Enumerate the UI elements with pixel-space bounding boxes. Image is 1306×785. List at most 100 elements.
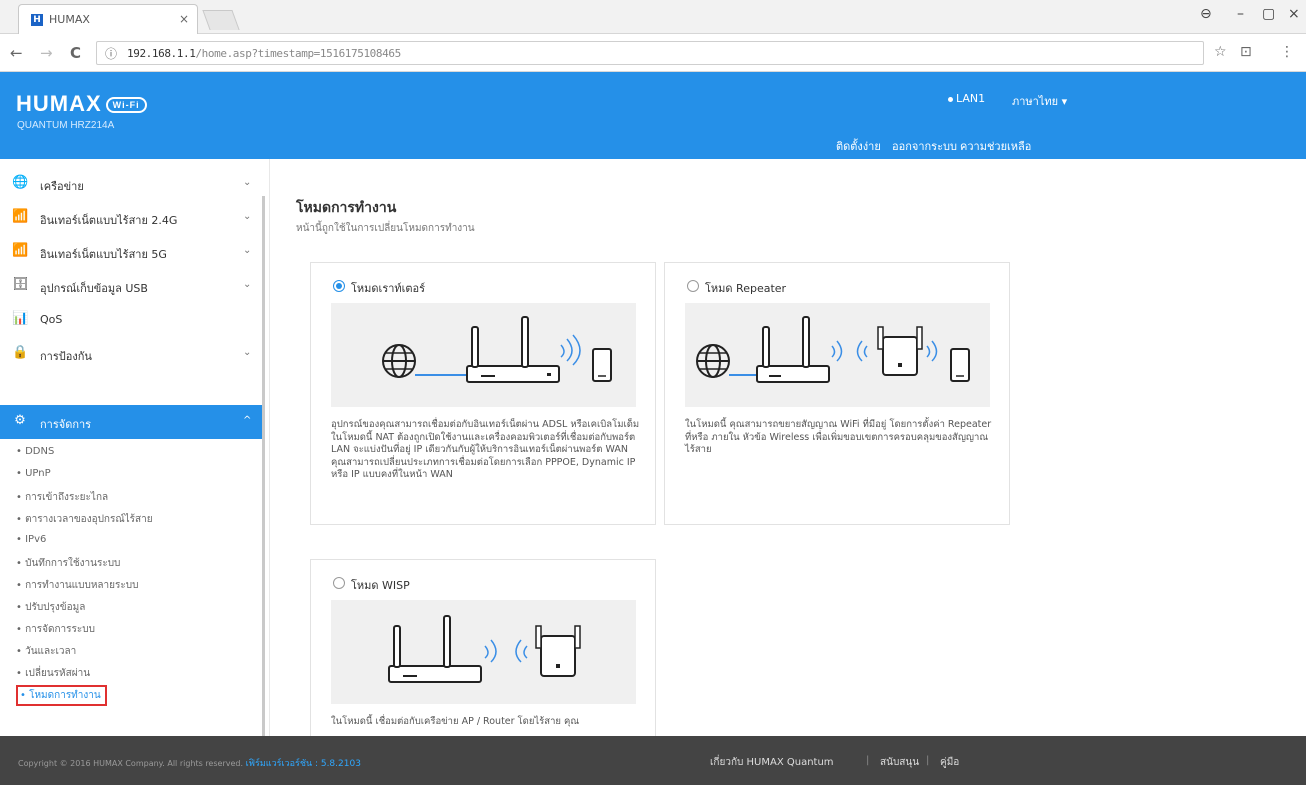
- footer: Copyright © 2016 HUMAX Company. All righ…: [0, 736, 1306, 785]
- new-tab-button[interactable]: [202, 10, 240, 30]
- url-path: /home.asp?timestamp=1516175108465: [195, 47, 401, 60]
- lan-status-icon: [948, 96, 953, 102]
- browser-tab[interactable]: H HUMAX ×: [18, 4, 198, 34]
- submenu-ddns[interactable]: • DDNS: [16, 446, 54, 457]
- mode-label: โหมดเราท์เตอร์: [351, 282, 426, 295]
- sidebar-item-wireless-5g[interactable]: 📶 อินเทอร์เน็ตแบบไร้สาย 5G ⌄: [0, 235, 262, 269]
- reload-icon[interactable]: C: [70, 44, 81, 62]
- radio-wisp-mode[interactable]: [333, 577, 345, 589]
- sidebar-scrollbar[interactable]: [262, 196, 265, 736]
- mode-label: โหมด Repeater: [705, 282, 787, 295]
- footer-separator: |: [926, 755, 930, 766]
- wifi-badge: Wi-Fi: [105, 97, 147, 114]
- footer-copyright: Copyright © 2016 HUMAX Company. All righ…: [18, 756, 361, 770]
- close-window-button[interactable]: ×: [1288, 6, 1300, 22]
- submenu-remote-access[interactable]: • การเข้าถึงระยะไกล: [16, 490, 108, 505]
- bullet: •: [16, 580, 22, 591]
- router-header: HUMAX Wi-Fi QUANTUM HRZ214A LAN1 ภาษาไทย …: [0, 72, 1306, 159]
- submenu-label: UPnP: [25, 468, 51, 479]
- bookmark-star-icon[interactable]: ☆: [1214, 44, 1227, 60]
- wifi-icon: 📶: [12, 243, 29, 258]
- footer-link-manual[interactable]: คู่มือ: [940, 755, 959, 770]
- sidebar-item-security[interactable]: 🔒 การป้องกัน ⌄: [0, 337, 262, 371]
- submenu-operation-mode[interactable]: • โหมดการทำงาน: [16, 685, 107, 706]
- humax-logo[interactable]: HUMAX Wi-Fi: [16, 91, 147, 117]
- sidebar-item-management[interactable]: ⚙ การจัดการ ^: [0, 405, 262, 439]
- browser-menu-icon[interactable]: ⋮: [1280, 44, 1294, 60]
- chevron-down-icon: ⌄: [243, 177, 252, 188]
- mode-card-wisp[interactable]: โหมด WISP ในโหมดนี้ เชื่อมต่อกับเครือข่า…: [310, 559, 656, 736]
- repeater-mode-illustration: [685, 303, 990, 407]
- sidebar-item-label: QoS: [40, 313, 63, 326]
- tab-title: HUMAX: [49, 13, 90, 26]
- router-diagram-icon: [382, 316, 612, 383]
- cast-icon[interactable]: ⊡: [1240, 44, 1252, 60]
- sidebar-item-wireless-24g[interactable]: 📶 อินเทอร์เน็ตแบบไร้สาย 2.4G ⌄: [0, 201, 262, 235]
- submenu-system-log[interactable]: • บันทึกการใช้งานระบบ: [16, 556, 120, 571]
- submenu-ipv6[interactable]: • IPv6: [16, 534, 46, 545]
- bullet: •: [16, 624, 22, 635]
- settings-icon: ⚙: [14, 413, 26, 428]
- tab-close-icon[interactable]: ×: [179, 12, 189, 26]
- bullet: •: [16, 646, 22, 657]
- page-subtitle: หน้านี้ถูกใช้ในการเปลี่ยนโหมดการทำงาน: [296, 223, 475, 234]
- bullet: •: [16, 446, 22, 457]
- globe-icon: 🌐: [12, 175, 29, 190]
- nav-logout[interactable]: ออกจากระบบ: [892, 137, 957, 155]
- page-title: โหมดการทำงาน: [296, 200, 397, 216]
- chevron-down-icon: ⌄: [243, 245, 252, 256]
- nav-help[interactable]: ความช่วยเหลือ: [960, 137, 1031, 155]
- wifi-icon: 📶: [12, 209, 29, 224]
- submenu-wireless-schedule[interactable]: • ตารางเวลาของอุปกรณ์ไร้สาย: [16, 512, 153, 527]
- wisp-diagram-icon: [388, 615, 581, 683]
- storage-icon: 🗄: [12, 277, 29, 292]
- minimize-button[interactable]: –: [1237, 6, 1244, 22]
- chevron-up-icon: ^: [243, 415, 252, 426]
- radio-repeater-mode[interactable]: [687, 280, 699, 292]
- submenu-system-management[interactable]: • การจัดการระบบ: [16, 622, 95, 637]
- firmware-version: เฟิร์มแวร์เวอร์ชัน : 5.8.2103: [245, 759, 361, 769]
- lan-label: LAN1: [956, 92, 986, 105]
- language-dropdown[interactable]: ภาษาไทย ▾: [1012, 92, 1067, 110]
- humax-favicon-icon: H: [31, 14, 43, 26]
- submenu-upnp[interactable]: • UPnP: [16, 468, 51, 479]
- url-text: 192.168.1.1/home.asp?timestamp=151617510…: [127, 47, 401, 60]
- submenu-change-password[interactable]: • เปลี่ยนรหัสผ่าน: [16, 666, 90, 681]
- mode-card-repeater[interactable]: โหมด Repeater ในโหมดนี้ คุณสามารถขยายสัญ…: [664, 262, 1010, 525]
- sidebar-item-label: การป้องกัน: [40, 350, 92, 363]
- lock-icon: 🔒: [12, 345, 29, 360]
- bar-chart-icon: 📊: [12, 311, 29, 326]
- sidebar-item-network[interactable]: 🌐 เครือข่าย ⌄: [0, 167, 262, 201]
- bullet: •: [20, 690, 26, 701]
- bullet: •: [16, 468, 22, 479]
- copyright-text: Copyright © 2016 HUMAX Company. All righ…: [18, 759, 244, 768]
- radio-router-mode[interactable]: [333, 280, 345, 292]
- sidebar-item-usb-storage[interactable]: 🗄 อุปกรณ์เก็บข้อมูล USB ⌄: [0, 269, 262, 303]
- maximize-button[interactable]: ▢: [1262, 6, 1275, 22]
- submenu-multi-system[interactable]: • การทำงานแบบหลายระบบ: [16, 578, 138, 593]
- footer-link-support[interactable]: สนับสนุน: [880, 755, 919, 770]
- main-content: โหมดการทำงาน หน้านี้ถูกใช้ในการเปลี่ยนโห…: [270, 159, 1306, 736]
- sidebar-item-label: อุปกรณ์เก็บข้อมูล USB: [40, 282, 148, 295]
- submenu-date-time[interactable]: • วันและเวลา: [16, 644, 76, 659]
- site-info-icon[interactable]: ⓘ: [105, 45, 117, 62]
- nav-easy-setup[interactable]: ติดตั้งง่าย: [836, 137, 881, 155]
- submenu-label: เปลี่ยนรหัสผ่าน: [25, 668, 91, 679]
- bullet: •: [16, 602, 22, 613]
- submenu-update[interactable]: • ปรับปรุงข้อมูล: [16, 600, 85, 615]
- submenu-label: บันทึกการใช้งานระบบ: [25, 558, 121, 569]
- browser-tab-bar: H HUMAX × ⊖ – ▢ ×: [0, 0, 1306, 34]
- model-name: QUANTUM HRZ214A: [17, 120, 115, 131]
- footer-link-about[interactable]: เกี่ยวกับ HUMAX Quantum: [710, 755, 834, 770]
- chevron-down-icon: ⌄: [243, 279, 252, 290]
- sidebar-item-label: เครือข่าย: [40, 180, 84, 193]
- account-icon[interactable]: ⊖: [1200, 6, 1212, 22]
- forward-icon[interactable]: →: [40, 44, 53, 62]
- back-icon[interactable]: ←: [10, 44, 23, 62]
- submenu-label: ปรับปรุงข้อมูล: [25, 602, 86, 613]
- sidebar-item-qos[interactable]: 📊 QoS: [0, 303, 262, 337]
- url-input[interactable]: ⓘ 192.168.1.1/home.asp?timestamp=1516175…: [96, 41, 1204, 65]
- bullet: •: [16, 668, 22, 679]
- mode-card-router[interactable]: โหมดเราท์เตอร์ อุปกรณ์ของคุณสามารถเชื่อม…: [310, 262, 656, 525]
- mode-label: โหมด WISP: [351, 579, 410, 592]
